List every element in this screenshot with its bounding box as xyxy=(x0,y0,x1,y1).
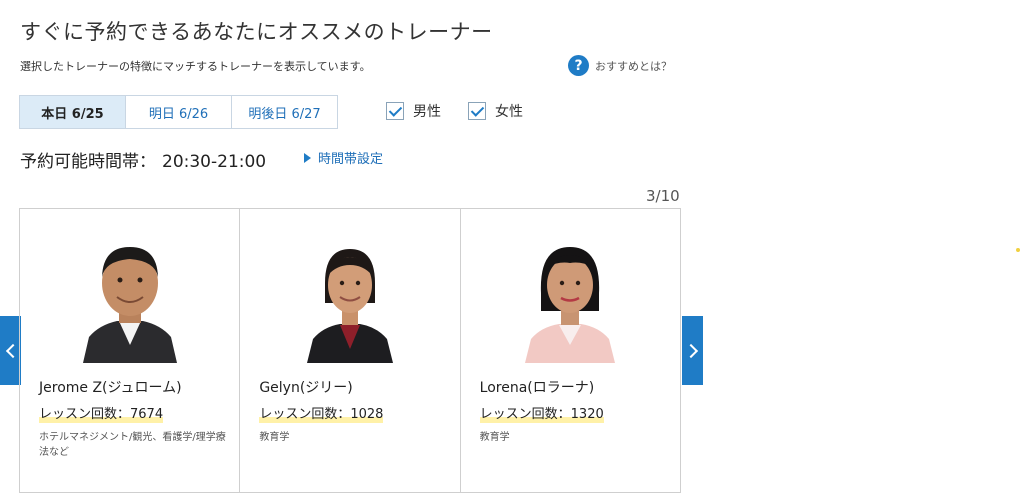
trainer-name: Lorena(ロラーナ) xyxy=(479,380,595,396)
chevron-right-icon xyxy=(683,343,698,358)
prev-button[interactable] xyxy=(0,316,21,385)
trainer-name: Jerome Z(ジュローム) xyxy=(39,380,182,396)
trainer-name: Gelyn(ジリー) xyxy=(259,380,353,396)
trainer-specialty: 教育学 xyxy=(479,432,510,443)
triangle-right-icon xyxy=(304,152,311,163)
female-filter[interactable]: 女性 xyxy=(468,101,523,121)
trainer-specialty: ホテルマネジメント/観光、看護学/理学療法など xyxy=(39,432,226,458)
trainer-photo xyxy=(284,233,415,363)
male-filter[interactable]: 男性 xyxy=(386,101,441,121)
female-label: 女性 xyxy=(495,104,523,120)
question-icon: ? xyxy=(568,55,589,76)
trainer-photo xyxy=(505,233,636,363)
trainer-carousel: Jerome Z(ジュローム) レッスン回数：7674 ホテルマネジメント/観光… xyxy=(19,208,681,493)
lesson-count: レッスン回数：7674 xyxy=(39,403,164,423)
lesson-count: レッスン回数：1028 xyxy=(259,403,384,423)
tab-today[interactable]: 本日 6/25 xyxy=(20,96,125,128)
next-button[interactable] xyxy=(682,316,703,385)
chevron-left-icon xyxy=(5,343,20,358)
timeslot: 予約可能時間帯： 20:30-21:00 xyxy=(20,147,266,172)
help-link[interactable]: ? おすすめとは？ xyxy=(568,55,672,76)
tab-tomorrow[interactable]: 明日 6/26 xyxy=(125,96,231,128)
time-setting-link[interactable]: 時間帯設定 xyxy=(304,148,383,167)
trainer-card[interactable]: Lorena(ロラーナ) レッスン回数：1320 教育学 xyxy=(459,209,680,492)
help-label: おすすめとは？ xyxy=(595,59,672,73)
date-tabs: 本日 6/25 明日 6/26 明後日 6/27 xyxy=(19,95,338,129)
page-counter: 3/10 xyxy=(646,187,680,205)
trainer-card[interactable]: Jerome Z(ジュローム) レッスン回数：7674 ホテルマネジメント/観光… xyxy=(20,209,239,492)
male-checkbox[interactable] xyxy=(386,102,404,120)
trainer-photo xyxy=(64,233,195,363)
male-label: 男性 xyxy=(413,104,441,120)
page-subtitle: 選択したトレーナーの特徴にマッチするトレーナーを表示しています。 xyxy=(20,60,371,73)
trainer-specialty: 教育学 xyxy=(259,432,290,443)
timeslot-value: 20:30-21:00 xyxy=(162,152,267,172)
tab-day-after-tomorrow[interactable]: 明後日 6/27 xyxy=(231,96,337,128)
female-checkbox[interactable] xyxy=(468,102,486,120)
trainer-card[interactable]: Gelyn(ジリー) レッスン回数：1028 教育学 xyxy=(239,209,459,492)
time-setting-label: 時間帯設定 xyxy=(318,152,384,167)
timeslot-label: 予約可能時間帯： xyxy=(20,152,156,172)
lesson-count: レッスン回数：1320 xyxy=(479,403,604,423)
decorative-dot xyxy=(1016,248,1020,252)
page-title: すぐに予約できるあなたにオススメのトレーナー xyxy=(20,20,493,44)
